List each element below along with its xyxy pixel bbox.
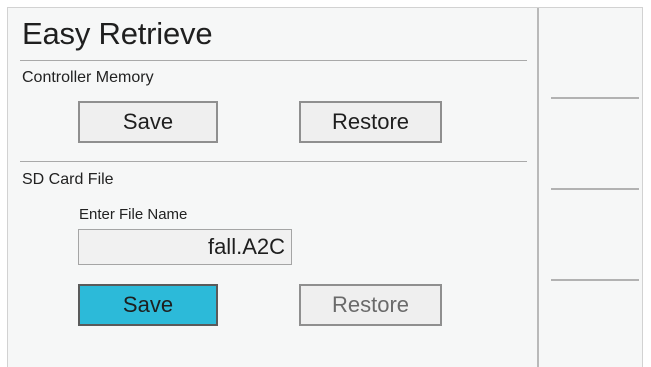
- main-panel: Easy Retrieve Controller Memory Save Res…: [8, 8, 539, 367]
- softkey-divider-1: [551, 97, 639, 99]
- page-title: Easy Retrieve: [22, 16, 213, 51]
- sd-card-save-button[interactable]: Save: [78, 284, 218, 326]
- softkey-divider-3: [551, 279, 639, 281]
- controller-screen: Easy Retrieve Controller Memory Save Res…: [7, 7, 643, 367]
- section-divider: [20, 161, 527, 162]
- file-name-label: Enter File Name: [79, 206, 188, 223]
- sd-card-file-label: SD Card File: [22, 171, 114, 188]
- controller-memory-label: Controller Memory: [22, 69, 154, 86]
- controller-memory-restore-button[interactable]: Restore: [299, 101, 442, 143]
- file-name-input[interactable]: [78, 229, 292, 265]
- softkey-divider-2: [551, 188, 639, 190]
- sd-card-restore-button[interactable]: Restore: [299, 284, 442, 326]
- softkey-panel: [539, 8, 642, 367]
- title-divider: [20, 60, 527, 61]
- controller-memory-save-button[interactable]: Save: [78, 101, 218, 143]
